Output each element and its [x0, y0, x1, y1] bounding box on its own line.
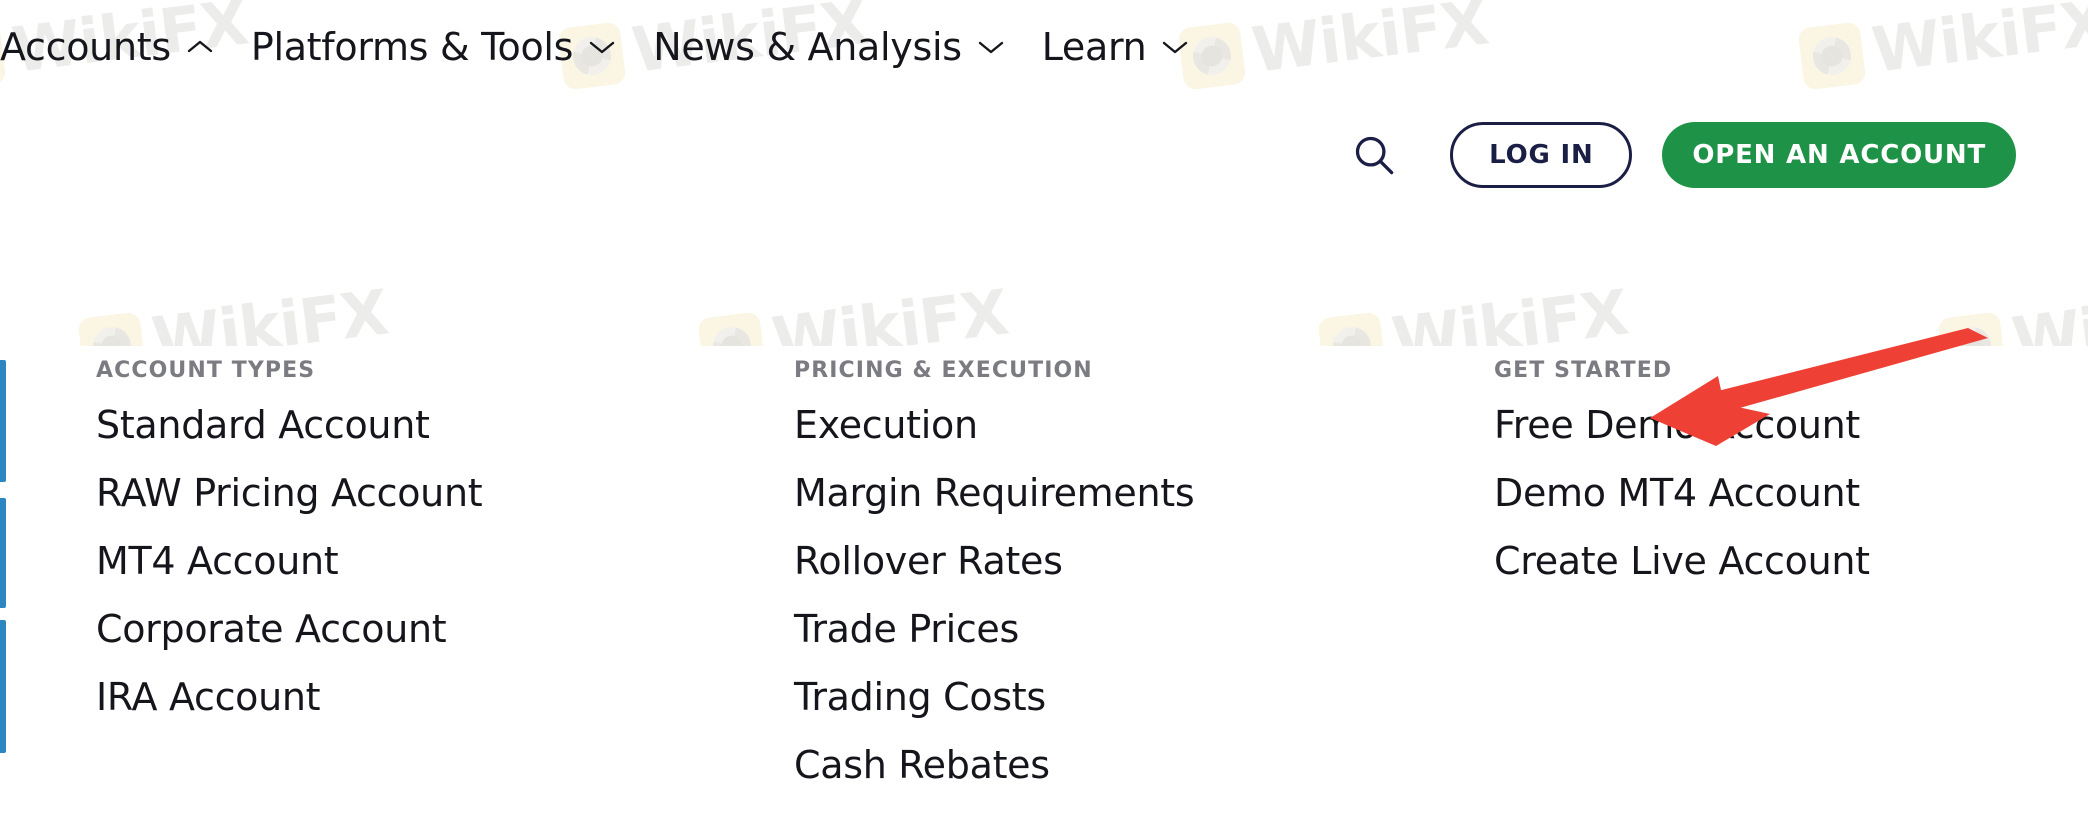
- menu-link-ira-account[interactable]: IRA Account: [96, 678, 696, 716]
- wikifx-watermark: WikiFX: [1797, 0, 2088, 91]
- nav-item-accounts[interactable]: Accounts: [0, 24, 251, 70]
- menu-link-raw-pricing-account[interactable]: RAW Pricing Account: [96, 474, 696, 512]
- menu-link-create-live-account[interactable]: Create Live Account: [1494, 542, 2088, 580]
- chevron-down-icon[interactable]: [589, 39, 615, 55]
- nav-item-platforms-and-tools[interactable]: Platforms & Tools: [251, 24, 653, 70]
- nav-item-label: Accounts: [0, 25, 171, 69]
- nav-item-news-and-analysis[interactable]: News & Analysis: [653, 24, 1042, 70]
- column-heading: ACCOUNT TYPES: [96, 358, 316, 383]
- menu-link-trade-prices[interactable]: Trade Prices: [794, 610, 1394, 648]
- menu-link-trading-costs[interactable]: Trading Costs: [794, 678, 1394, 716]
- chevron-down-icon[interactable]: [978, 39, 1004, 55]
- left-edge-accent-bar: [0, 498, 6, 608]
- menu-link-demo-mt4-account[interactable]: Demo MT4 Account: [1494, 474, 2088, 512]
- column-heading: PRICING & EXECUTION: [794, 358, 1093, 383]
- menu-link-cash-rebates[interactable]: Cash Rebates: [794, 746, 1394, 784]
- menu-link-mt4-account[interactable]: MT4 Account: [96, 542, 696, 580]
- nav-item-label: News & Analysis: [653, 25, 962, 69]
- menu-link-rollover-rates[interactable]: Rollover Rates: [794, 542, 1394, 580]
- watermark-text: WikiFX: [1248, 0, 1492, 87]
- chevron-up-icon[interactable]: [187, 39, 213, 55]
- search-icon[interactable]: [1346, 127, 1402, 183]
- mega-menu-columns: ACCOUNT TYPES Standard Account RAW Prici…: [0, 346, 2088, 814]
- login-button[interactable]: LOG IN: [1450, 122, 1633, 188]
- menu-link-free-demo-account[interactable]: Free Demo Account: [1494, 406, 2088, 444]
- mega-menu-column-get-started: GET STARTED Free Demo Account Demo MT4 A…: [1394, 346, 2088, 814]
- accounts-mega-menu-panel: ACCOUNT TYPES Standard Account RAW Prici…: [0, 346, 2088, 784]
- primary-nav-links: Accounts Platforms & Tools News & Analys…: [0, 24, 1226, 70]
- wikifx-logo-icon: [1797, 21, 1867, 91]
- mega-menu-column-account-types: ACCOUNT TYPES Standard Account RAW Prici…: [0, 346, 696, 814]
- menu-link-standard-account[interactable]: Standard Account: [96, 406, 696, 444]
- open-an-account-button[interactable]: OPEN AN ACCOUNT: [1662, 122, 2016, 188]
- nav-item-learn[interactable]: Learn: [1042, 24, 1227, 70]
- nav-item-label: Platforms & Tools: [250, 25, 574, 69]
- menu-link-corporate-account[interactable]: Corporate Account: [96, 610, 696, 648]
- menu-link-margin-requirements[interactable]: Margin Requirements: [794, 474, 1394, 512]
- nav-item-label: Learn: [1041, 25, 1147, 69]
- watermark-text: WikiFX: [1868, 0, 2088, 87]
- mega-menu-column-pricing-and-execution: PRICING & EXECUTION Execution Margin Req…: [696, 346, 1394, 814]
- left-edge-accent-bar: [0, 360, 6, 482]
- menu-link-execution[interactable]: Execution: [794, 406, 1394, 444]
- chevron-down-icon[interactable]: [1162, 39, 1188, 55]
- nav-action-group: LOG IN OPEN AN ACCOUNT: [1346, 122, 2016, 188]
- column-heading: GET STARTED: [1494, 358, 1673, 383]
- left-edge-accent-bar: [0, 620, 6, 753]
